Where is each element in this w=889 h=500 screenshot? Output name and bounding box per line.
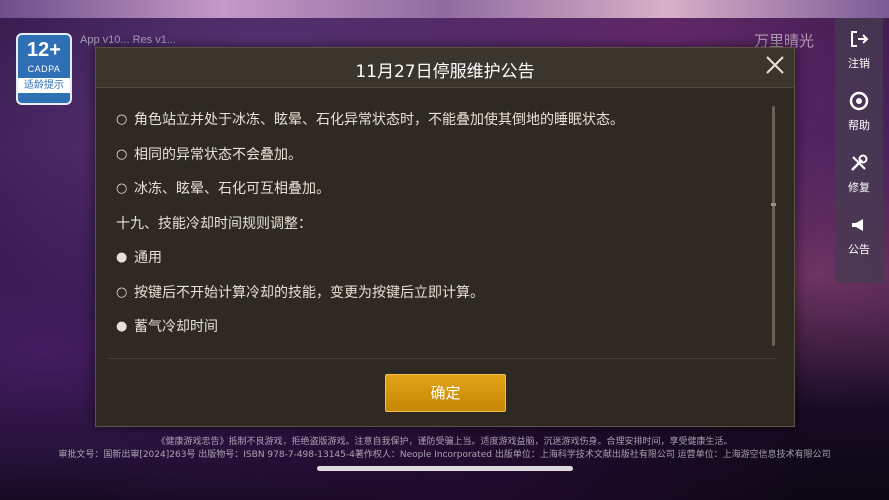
bullet-marker: ● <box>116 319 128 334</box>
side-menu: 注销 帮助 修复 公告 <box>835 18 883 283</box>
announcement-icon <box>848 214 870 236</box>
version-text: App v10... Res v1... <box>80 34 176 46</box>
bullet-marker: ○ <box>116 284 128 300</box>
side-item-label: 公告 <box>848 243 870 256</box>
age-rating-org: CADPA <box>27 64 61 74</box>
content-text: 蓄气冷却时间 <box>134 319 218 335</box>
content-line: 十九、技能冷却时间规则调整： <box>116 214 756 249</box>
top-strip <box>0 0 889 18</box>
repair-icon <box>848 152 870 174</box>
announcement-dialog: 11月27日停服维护公告 ○ 角色站立并处于冰冻、眩晕、石化异常状态时，不能叠加使… <box>95 47 795 427</box>
dialog-title: 11月27日停服维护公告 <box>355 62 535 82</box>
content-text: 通用 <box>134 250 162 266</box>
content-line: ○ 按键后不开始计算冷却的技能，变更为按键后立即计算。 <box>116 283 756 318</box>
content-scrollbar[interactable] <box>772 106 775 346</box>
content-line: ○ 相同的异常状态不会叠加。 <box>116 145 756 180</box>
health-advisory-text: 《健康游戏忠告》抵制不良游戏，拒绝盗版游戏。注意自我保护，谨防受骗上当。适度游戏… <box>156 437 733 447</box>
bullet-marker: ● <box>116 250 128 265</box>
content-line: ● 通用 <box>116 248 756 283</box>
age-rating-tip: 适龄提示 <box>18 78 70 93</box>
bullet-marker: ○ <box>116 181 128 196</box>
logout-icon <box>848 28 870 50</box>
confirm-button[interactable]: 确定 <box>385 374 506 412</box>
help-icon <box>848 90 870 112</box>
content-text: 角色站立并处于冰冻、眩晕、石化异常状态时，不能叠加使其倒地的睡眠状态。 <box>134 112 624 128</box>
side-item-label: 修复 <box>848 181 870 194</box>
side-item-logout[interactable]: 注销 <box>835 28 883 90</box>
side-item-label: 帮助 <box>848 119 870 132</box>
close-icon <box>765 55 785 79</box>
content-text: 冰冻、眩晕、石化可互相叠加。 <box>134 181 330 197</box>
license-info-text: 审批文号：国新出审[2024]263号 出版物号：ISBN 978-7-498-… <box>58 450 831 460</box>
side-item-announcement[interactable]: 公告 <box>835 214 883 276</box>
age-rating-badge: 12+ CADPA 适龄提示 <box>16 33 72 105</box>
content-line: ○ 冰冻、眩晕、石化可互相叠加。 <box>116 179 756 214</box>
side-item-label: 注销 <box>848 57 870 70</box>
content-text: 相同的异常状态不会叠加。 <box>134 146 302 163</box>
age-rating-value: 12+ <box>27 39 61 61</box>
bullet-marker: ○ <box>116 146 128 162</box>
dialog-header: 11月27日停服维护公告 <box>96 48 794 88</box>
section-heading: 十九、技能冷却时间规则调整： <box>116 215 312 232</box>
dialog-divider <box>108 358 776 359</box>
close-button[interactable] <box>762 54 788 80</box>
content-line: ○ 角色站立并处于冰冻、眩晕、石化异常状态时，不能叠加使其倒地的睡眠状态。 <box>116 110 756 145</box>
content-text: 按键后不开始计算冷却的技能，变更为按键后立即计算。 <box>134 284 484 301</box>
side-item-repair[interactable]: 修复 <box>835 152 883 214</box>
content-line: ● 蓄气冷却时间 <box>116 317 756 352</box>
bullet-marker: ○ <box>116 112 128 127</box>
scrollbar-thumb[interactable] <box>771 203 776 206</box>
side-item-help[interactable]: 帮助 <box>835 90 883 152</box>
home-indicator-bar[interactable] <box>317 466 573 471</box>
announcement-content: ○ 角色站立并处于冰冻、眩晕、石化异常状态时，不能叠加使其倒地的睡眠状态。 ○ 相同… <box>116 110 756 352</box>
